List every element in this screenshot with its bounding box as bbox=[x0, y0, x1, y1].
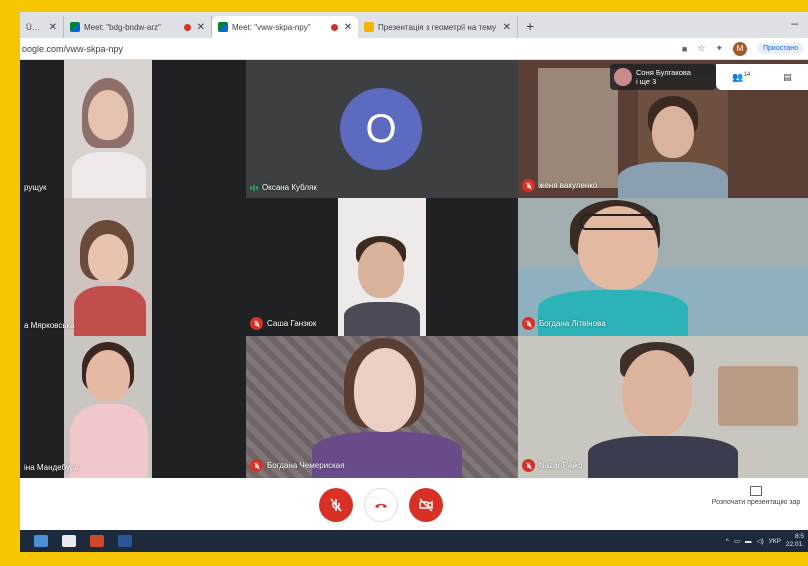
powerpoint-icon[interactable] bbox=[90, 535, 104, 547]
chevron-up-icon[interactable]: ^ bbox=[726, 538, 729, 545]
participant-tile[interactable]: Богдана Літвінова bbox=[518, 198, 808, 336]
participant-name: Богдана Чемериская bbox=[250, 459, 345, 472]
explorer-icon[interactable] bbox=[62, 535, 76, 547]
leave-call-button[interactable] bbox=[364, 488, 398, 522]
participant-name: Оксана Кубляк bbox=[250, 183, 317, 192]
tab-2[interactable]: Meet: "bdg-bndw-arz" ✕ bbox=[64, 16, 212, 38]
people-icon: 👥 bbox=[732, 71, 744, 82]
recording-icon bbox=[183, 23, 191, 31]
meet-icon bbox=[218, 22, 228, 32]
tab-3[interactable]: Meet: "vww-skpa-npy" ✕ bbox=[212, 16, 358, 38]
participant-tile[interactable]: Саша Ганзюк bbox=[246, 198, 518, 336]
side-panel-buttons: 👥14 ▤ bbox=[716, 64, 808, 90]
pause-button[interactable]: Приостано bbox=[756, 43, 804, 54]
video-feed bbox=[246, 336, 518, 478]
meet-icon bbox=[70, 22, 80, 32]
chat-button[interactable]: ▤ bbox=[783, 72, 792, 83]
camera-off-icon bbox=[419, 498, 433, 512]
presenter-chip[interactable]: Соня Булгакова і ще 3 bbox=[610, 64, 716, 90]
url-field[interactable]: oogle.com/vww-skpa-npy bbox=[22, 44, 682, 54]
people-count: 14 bbox=[743, 71, 751, 78]
new-tab-button[interactable]: + bbox=[518, 16, 542, 38]
tab-strip: Ûне: ✕ Meet: "bdg-bndw-arz" ✕ Meet: "vww… bbox=[20, 12, 808, 38]
participant-name: Богдана Літвінова bbox=[522, 317, 606, 330]
desktop-icon[interactable] bbox=[34, 535, 48, 547]
star-icon[interactable]: ☆ bbox=[697, 43, 705, 54]
hang-up-icon bbox=[375, 503, 387, 508]
taskbar: ^ ▭ ▬ ◁) УКР 8:5 22.01. bbox=[20, 530, 808, 552]
people-button[interactable]: 👥14 bbox=[732, 72, 750, 83]
tab-title: Презентація з геометрії на тему bbox=[378, 22, 497, 32]
mic-off-icon bbox=[250, 459, 263, 472]
avatar: O bbox=[340, 88, 422, 170]
address-bar-icons: ■ ☆ ✦ M Приостано bbox=[682, 41, 804, 56]
mic-off-icon bbox=[250, 317, 263, 330]
camera-icon[interactable]: ■ bbox=[682, 44, 687, 54]
presenter-text: Соня Булгакова і ще 3 bbox=[636, 68, 691, 86]
mic-off-icon bbox=[522, 459, 535, 472]
close-icon[interactable]: ✕ bbox=[197, 22, 205, 33]
battery-icon[interactable]: ▬ bbox=[745, 538, 752, 545]
video-feed bbox=[518, 198, 808, 336]
mic-off-icon bbox=[330, 498, 342, 512]
meet-grid: рущук O Оксана Кубляк женя вакуленко а М… bbox=[20, 60, 808, 478]
profile-avatar[interactable]: M bbox=[732, 41, 747, 56]
mic-toggle-button[interactable] bbox=[319, 488, 353, 522]
camera-toggle-button[interactable] bbox=[409, 488, 443, 522]
close-icon[interactable]: ✕ bbox=[344, 22, 352, 33]
participant-name: рущук bbox=[24, 183, 47, 192]
network-icon[interactable]: ▭ bbox=[734, 537, 740, 545]
present-icon bbox=[750, 486, 762, 496]
present-button[interactable]: Розпочати презентацію зар bbox=[696, 486, 808, 506]
meeting-controls: Розпочати презентацію зар bbox=[20, 478, 808, 530]
tab-title: Meet: "bdg-bndw-arz" bbox=[84, 22, 161, 32]
address-bar: oogle.com/vww-skpa-npy ■ ☆ ✦ M Приостано bbox=[20, 38, 808, 60]
participant-name: а Мярковська bbox=[24, 321, 75, 330]
close-icon[interactable]: ✕ bbox=[503, 22, 511, 33]
minimize-button[interactable]: – bbox=[791, 16, 798, 30]
screen: Ûне: ✕ Meet: "bdg-bndw-arz" ✕ Meet: "vww… bbox=[20, 12, 808, 552]
system-tray: ^ ▭ ▬ ◁) УКР 8:5 22.01. bbox=[726, 530, 804, 552]
participant-tile[interactable]: O Оксана Кубляк bbox=[246, 60, 518, 198]
participant-name: іна Мандебура bbox=[24, 463, 79, 472]
video-feed bbox=[64, 198, 152, 336]
participant-tile[interactable]: рущук bbox=[20, 60, 152, 198]
video-feed bbox=[64, 336, 152, 478]
participant-tile[interactable]: а Мярковська bbox=[20, 198, 152, 336]
clock[interactable]: 8:5 22.01. bbox=[786, 533, 804, 549]
chat-icon: ▤ bbox=[783, 71, 792, 82]
participant-name: Nazar Paiko bbox=[522, 459, 583, 472]
mic-off-icon bbox=[522, 179, 535, 192]
close-icon[interactable]: ✕ bbox=[49, 22, 57, 33]
speaking-icon bbox=[250, 184, 258, 191]
participant-tile[interactable]: Богдана Чемериская bbox=[246, 336, 518, 478]
extensions-icon[interactable]: ✦ bbox=[715, 43, 723, 54]
volume-icon[interactable]: ◁) bbox=[756, 537, 763, 545]
tab-1[interactable]: Ûне: ✕ bbox=[20, 16, 64, 38]
video-feed bbox=[518, 336, 808, 478]
tab-4[interactable]: Презентація з геометрії на тему ✕ bbox=[358, 16, 518, 38]
mic-off-icon bbox=[522, 317, 535, 330]
word-icon[interactable] bbox=[118, 535, 132, 547]
slides-icon bbox=[364, 22, 374, 32]
recording-icon bbox=[330, 23, 338, 31]
participant-tile[interactable]: іна Мандебура bbox=[20, 336, 152, 478]
video-feed bbox=[64, 60, 152, 198]
tab-title: Ûне: bbox=[26, 22, 43, 32]
video-feed bbox=[338, 198, 426, 336]
participant-name: женя вакуленко bbox=[522, 179, 597, 192]
participant-tile[interactable]: Nazar Paiko bbox=[518, 336, 808, 478]
participant-name: Саша Ганзюк bbox=[250, 317, 316, 330]
language-indicator[interactable]: УКР bbox=[769, 538, 781, 545]
tab-title: Meet: "vww-skpa-npy" bbox=[232, 22, 311, 32]
avatar bbox=[614, 68, 632, 86]
